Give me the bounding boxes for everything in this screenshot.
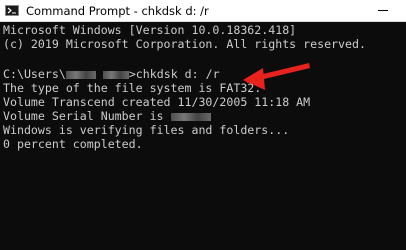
- output-line-volume: Volume Transcend created 11/30/2005 11:1…: [3, 95, 311, 109]
- console-output[interactable]: Microsoft Windows [Version 10.0.18362.41…: [0, 22, 406, 250]
- minimize-button[interactable]: [364, 0, 400, 21]
- command-prompt-window: Command Prompt - chkdsk d: /r Microsoft …: [0, 0, 406, 250]
- minimize-icon: [378, 10, 388, 11]
- redacted-serial: [170, 112, 211, 121]
- prompt-path: C:\Users\: [3, 67, 66, 81]
- window-title: Command Prompt - chkdsk d: /r: [26, 4, 209, 18]
- redacted-username-2: [102, 70, 129, 79]
- cmd-icon: [5, 5, 19, 16]
- output-line-verifying: Windows is verifying files and folders..…: [3, 123, 290, 137]
- output-line-progress: 0 percent completed.: [3, 137, 143, 151]
- banner-version-line: Microsoft Windows [Version 10.0.18362.41…: [3, 23, 297, 37]
- output-line-serial: Volume Serial Number is: [3, 109, 211, 123]
- title-bar[interactable]: Command Prompt - chkdsk d: /r: [0, 0, 406, 22]
- chkdsk-command: >chkdsk d: /r: [128, 67, 220, 81]
- banner-copyright-line: (c) 2019 Microsoft Corporation. All righ…: [3, 37, 366, 51]
- command-line: C:\Users\ >chkdsk d: /r: [3, 67, 220, 81]
- output-line-filesystem: The type of the file system is FAT32.: [3, 81, 262, 95]
- redacted-username: [65, 70, 96, 79]
- serial-label: Volume Serial Number is: [3, 109, 164, 123]
